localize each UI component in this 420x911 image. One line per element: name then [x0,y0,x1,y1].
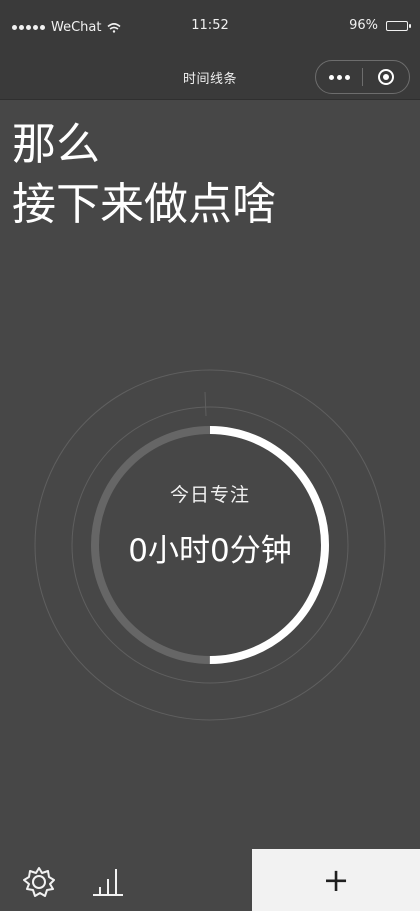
close-button[interactable] [363,61,409,93]
plus-icon: + [322,861,350,899]
target-icon [378,69,394,85]
gear-icon [23,867,55,897]
more-button[interactable] [316,61,362,93]
bottom-bar: + [0,849,420,911]
status-right: 96% [349,18,411,33]
more-dots-icon [328,74,350,80]
add-button[interactable]: + [252,849,420,911]
stats-button[interactable] [88,863,126,901]
battery-percent: 96% [349,18,378,33]
main-heading: 那么 接下来做点啥 [12,115,276,235]
battery-icon [386,20,411,31]
focus-value: 0小时0分钟 [128,533,292,569]
mini-program-capsule [315,60,410,94]
heading-line-1: 那么 [12,119,100,170]
settings-button[interactable] [20,863,58,901]
top-guide-marker [204,391,207,417]
focus-label: 今日专注 [169,484,250,506]
focus-ring-area: 今日专注 0小时0分钟 [0,360,420,730]
nav-bar: 时间线条 [0,40,420,100]
heading-line-2: 接下来做点啥 [12,179,276,230]
status-bar: WeChat 11:52 96% [0,0,420,40]
bar-chart-icon [93,869,123,896]
